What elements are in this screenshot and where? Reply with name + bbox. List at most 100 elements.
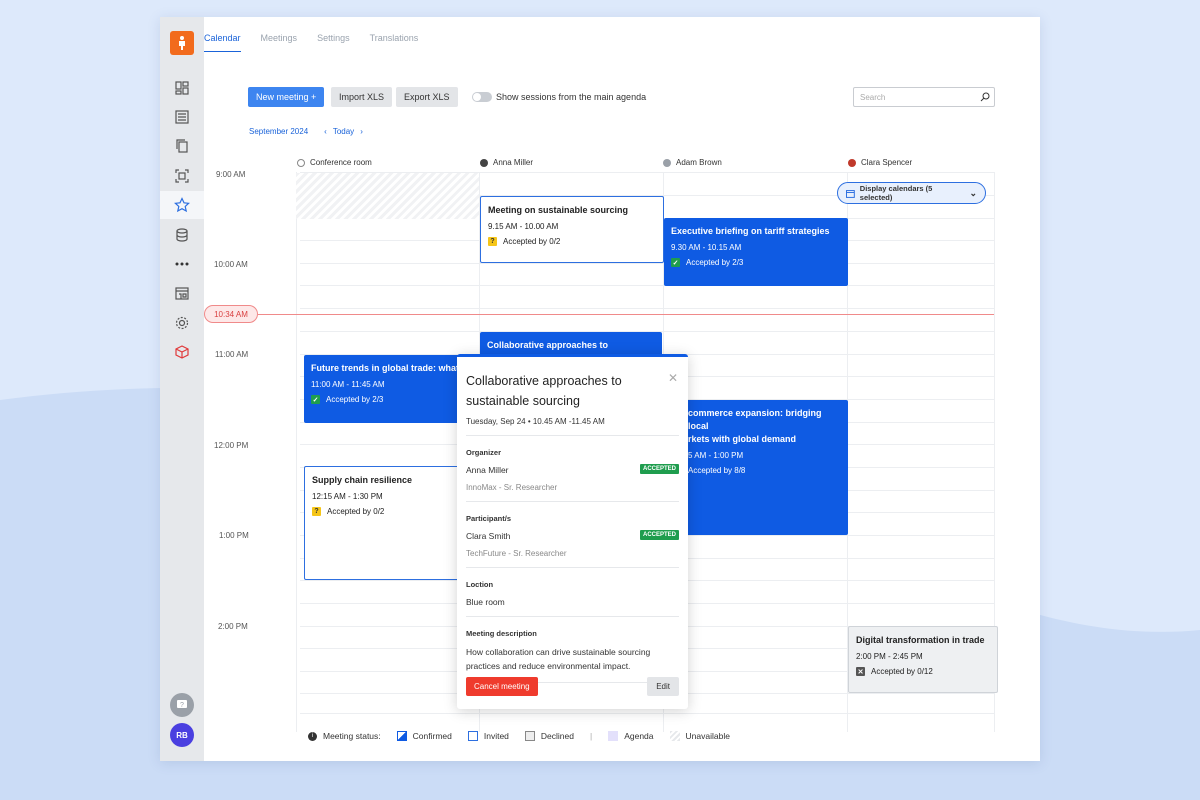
copy-icon[interactable] [160, 132, 204, 160]
import-xls-button[interactable]: Import XLS [331, 87, 393, 107]
organizer-org: InnoMax - Sr. Researcher [466, 483, 558, 492]
event-time: 11:00 AM - 11:45 AM [311, 380, 385, 390]
event-status: Accepted by 2/3 [326, 395, 384, 405]
event-tariff-strategies[interactable]: Executive briefing on tariff strategies … [664, 218, 848, 286]
export-xls-button[interactable]: Export XLS [396, 87, 458, 107]
box-icon[interactable] [160, 338, 204, 366]
brand-logo[interactable] [170, 31, 194, 55]
more-icon[interactable] [160, 250, 204, 278]
main-agenda-toggle[interactable] [472, 92, 492, 102]
new-meeting-button[interactable]: New meeting + [248, 87, 325, 107]
avatar [480, 158, 488, 167]
event-ecommerce-expansion[interactable]: commerce expansion: bridging local rkets… [664, 400, 848, 535]
status-badge: ACCEPTED [639, 530, 679, 540]
event-future-trends[interactable]: Future trends in global trade: what 11:0… [304, 355, 480, 423]
qr-scan-icon[interactable] [160, 162, 204, 190]
legend-item: Invited [483, 731, 509, 741]
month-label: September 2024 [249, 127, 309, 136]
search-input[interactable]: Search [853, 87, 995, 107]
event-title: Meeting on sustainable sourcing [488, 205, 629, 215]
column-name: Anna Miller [493, 158, 534, 167]
event-status: Accepted by 0/2 [327, 507, 385, 517]
search-placeholder: Search [860, 93, 886, 102]
app-window: ? RB Calendar Meetings Settings Translat… [160, 17, 1040, 761]
tab-settings[interactable]: Settings [317, 33, 350, 52]
list-icon[interactable] [160, 103, 204, 131]
time-label: 12:00 PM [214, 441, 249, 450]
column-name: Clara Spencer [861, 158, 913, 167]
participant-section: Participant/s Clara Smith ACCEPTED TechF… [466, 502, 679, 568]
location-section: Loction Blue room [466, 568, 679, 617]
organizer-section: Organizer Anna Miller ACCEPTED InnoMax -… [466, 436, 679, 502]
tab-translations[interactable]: Translations [370, 33, 419, 52]
next-icon[interactable]: › [360, 127, 363, 136]
edit-button[interactable]: Edit [647, 677, 679, 696]
current-time-line [258, 314, 994, 315]
column-header-anna: Anna Miller [480, 158, 533, 167]
declined-swatch [524, 731, 535, 741]
column-header-room: Conference room [297, 158, 372, 167]
agenda-swatch [608, 731, 619, 741]
event-sustainable-sourcing[interactable]: Meeting on sustainable sourcing 9.15 AM … [480, 196, 664, 263]
event-digital-transformation[interactable]: Digital transformation in trade 2:00 PM … [848, 626, 998, 693]
event-time: 9.30 AM - 10.15 AM [671, 243, 742, 253]
gear-icon[interactable] [160, 309, 204, 337]
search-icon [980, 92, 990, 102]
info-icon: i [308, 731, 317, 741]
event-supply-chain[interactable]: Supply chain resilience 12:15 AM - 1:30 … [304, 466, 480, 580]
confirmed-swatch [396, 731, 407, 741]
check-icon: ✓ [311, 395, 320, 405]
location-value: Blue room [466, 597, 505, 607]
help-chat-icon[interactable]: ? [170, 693, 194, 717]
event-time: 12:15 AM - 1:30 PM [312, 492, 383, 502]
dashboard-icon[interactable] [160, 74, 204, 102]
calendar-icon [846, 189, 855, 198]
display-calendars-dropdown[interactable]: Display calendars (5 selected) ⌄ [837, 182, 986, 204]
pending-icon: ? [488, 237, 497, 247]
avatar [663, 158, 671, 167]
column-name: Adam Brown [676, 158, 722, 167]
star-icon[interactable] [160, 191, 204, 219]
event-title: commerce expansion: bridging local [688, 408, 822, 432]
time-label: 10:00 AM [214, 260, 248, 269]
event-time: 2:00 PM - 2:45 PM [856, 652, 923, 662]
declined-icon: ✕ [856, 667, 865, 677]
current-time-pill: 10:34 AM [204, 305, 258, 323]
store-icon[interactable] [160, 279, 204, 307]
unavailable-swatch [669, 731, 680, 741]
event-title: Collaborative approaches to [487, 340, 609, 350]
event-status: Accepted by 8/8 [688, 466, 746, 476]
popup-title: Collaborative approaches to sustainable … [466, 374, 622, 408]
room-icon [297, 158, 305, 167]
description-value: How collaboration can drive sustainable … [466, 647, 651, 671]
avatar [848, 158, 856, 167]
column-name: Conference room [310, 158, 372, 167]
date-navigator: September 2024 ‹ Today › [249, 127, 363, 136]
time-label: 2:00 PM [218, 622, 248, 631]
tab-meetings[interactable]: Meetings [261, 33, 298, 52]
status-badge: ACCEPTED [639, 464, 679, 474]
chevron-down-icon: ⌄ [969, 187, 977, 198]
legend-label: Meeting status: [323, 731, 381, 741]
svg-text:?: ? [180, 702, 184, 709]
event-status: Accepted by 2/3 [686, 258, 744, 268]
status-legend: i Meeting status: Confirmed Invited Decl… [308, 731, 730, 741]
event-status: Accepted by 0/12 [871, 667, 933, 677]
event-title: rkets with global demand [688, 434, 797, 445]
invited-swatch [467, 731, 478, 741]
column-header-adam: Adam Brown [663, 158, 722, 167]
toggle-label: Show sessions from the main agenda [496, 92, 647, 102]
section-label: Loction [466, 580, 494, 589]
check-icon: ✓ [671, 258, 680, 268]
user-avatar[interactable]: RB [170, 723, 194, 747]
popup-datetime: Tuesday, Sep 24 • 10.45 AM -11.45 AM [466, 417, 679, 436]
participant-org: TechFuture - Sr. Researcher [466, 549, 567, 558]
legend-item: Declined [540, 731, 574, 741]
prev-icon[interactable]: ‹ [324, 127, 327, 136]
close-icon[interactable]: ✕ [668, 371, 678, 385]
cancel-meeting-button[interactable]: Cancel meeting [466, 677, 538, 696]
event-time: 9.15 AM - 10.00 AM [488, 222, 559, 232]
tab-calendar[interactable]: Calendar [204, 33, 241, 52]
database-icon[interactable] [160, 221, 204, 249]
today-button[interactable]: Today [333, 127, 354, 136]
